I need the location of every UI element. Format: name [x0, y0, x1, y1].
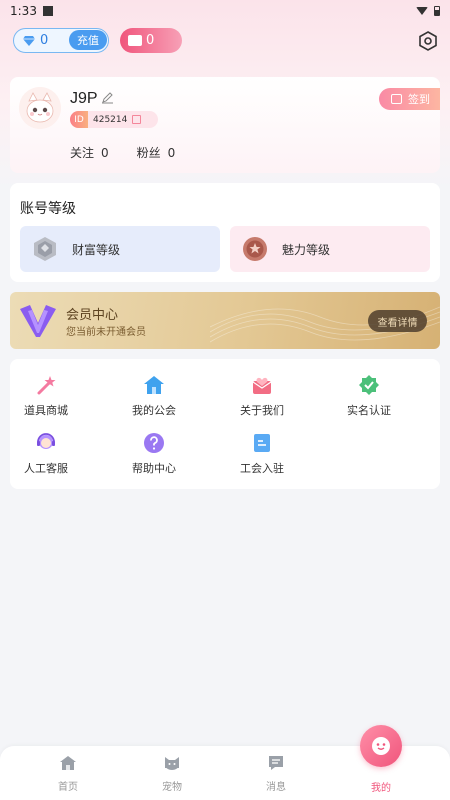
- menu-label: 帮助中心: [132, 462, 176, 475]
- charm-level-icon: [243, 237, 267, 261]
- battery-icon: [434, 6, 440, 16]
- user-id-badge: ID 425214: [70, 111, 158, 128]
- document-icon: [254, 434, 270, 452]
- headset-agent-icon: [37, 433, 55, 449]
- nav-messages[interactable]: 消息: [246, 754, 306, 793]
- settings-hexagon-icon[interactable]: [417, 30, 439, 52]
- menu-item-help-center[interactable]: 帮助中心: [109, 432, 199, 482]
- following-label: 关注: [70, 146, 95, 160]
- home-icon: [60, 756, 76, 770]
- wallet-count: 0: [146, 33, 155, 48]
- menu-item-props-mall[interactable]: 道具商城: [1, 374, 91, 424]
- menu-label: 人工客服: [24, 462, 68, 475]
- follow-stats: 关注 0 粉丝 0: [70, 144, 175, 161]
- mail-heart-icon: [252, 377, 272, 394]
- menu-label: 我的公会: [132, 404, 176, 417]
- edit-pencil-icon[interactable]: [101, 91, 114, 104]
- wealth-level-icon: [34, 237, 56, 261]
- nav-mine-fab[interactable]: [360, 725, 402, 767]
- following-count: 0: [101, 146, 109, 160]
- vip-details-button[interactable]: 查看详情: [368, 310, 427, 332]
- vip-v-icon: [20, 305, 56, 337]
- mine-face-icon: [372, 737, 390, 755]
- nav-label: 首页: [58, 782, 78, 793]
- menu-label: 实名认证: [347, 404, 391, 417]
- vip-subtitle: 您当前未开通会员: [66, 327, 146, 338]
- nav-label: 我的: [371, 783, 391, 794]
- magic-wand-icon: [37, 376, 56, 395]
- wealth-level-button[interactable]: 财富等级: [20, 226, 220, 272]
- account-level-card: 账号等级 财富等级 魅力等级: [10, 183, 440, 282]
- feature-menu: 道具商城 我的公会 关于我们 实名认证 人工客服 帮助中心 工会入驻: [10, 359, 440, 489]
- menu-item-about-us[interactable]: 关于我们: [217, 374, 307, 424]
- menu-item-my-guild[interactable]: 我的公会: [109, 374, 199, 424]
- wallet-icon: [128, 35, 142, 46]
- status-time: 1:33: [10, 4, 37, 18]
- diamond-icon: [23, 35, 35, 46]
- avatar[interactable]: [19, 87, 61, 129]
- fans-stat[interactable]: 粉丝 0: [137, 144, 176, 161]
- user-id-value: 425214: [93, 114, 128, 125]
- checkin-label: 签到: [408, 93, 430, 106]
- menu-item-real-name-auth[interactable]: 实名认证: [324, 374, 414, 424]
- menu-label: 道具商城: [24, 404, 68, 417]
- charm-level-button[interactable]: 魅力等级: [230, 226, 430, 272]
- house-icon: [144, 376, 164, 394]
- charm-level-label: 魅力等级: [282, 242, 331, 257]
- message-icon: [269, 756, 283, 770]
- nav-home[interactable]: 首页: [38, 754, 98, 793]
- fans-label: 粉丝: [136, 146, 161, 160]
- copy-icon[interactable]: [132, 115, 142, 124]
- id-tag: ID: [70, 111, 88, 128]
- vip-title: 会员中心: [66, 308, 119, 323]
- profile-card: J9P ID 425214 签到 关注 0 粉丝 0: [10, 77, 440, 173]
- wifi-icon: [416, 7, 428, 15]
- notification-icon: [42, 6, 53, 16]
- nav-label: 消息: [266, 782, 286, 793]
- help-question-icon: [144, 433, 164, 453]
- nav-pet[interactable]: 宠物: [142, 754, 202, 793]
- verified-badge-icon: [359, 375, 379, 395]
- pet-cat-icon: [165, 757, 179, 770]
- diamond-balance[interactable]: 0 充值: [13, 28, 109, 53]
- menu-item-guild-join[interactable]: 工会入驻: [217, 432, 307, 482]
- wealth-level-label: 财富等级: [72, 242, 121, 257]
- menu-label: 工会入驻: [240, 462, 284, 475]
- vip-center-card[interactable]: 会员中心 您当前未开通会员 查看详情: [10, 292, 440, 349]
- calendar-icon: [391, 94, 402, 104]
- cat-avatar-icon: [19, 87, 61, 129]
- nav-label: 宠物: [162, 782, 182, 793]
- fans-count: 0: [167, 146, 176, 160]
- wallet-balance[interactable]: 0: [120, 28, 182, 53]
- username: J9P: [70, 90, 98, 107]
- menu-label: 关于我们: [240, 404, 284, 417]
- diamond-count: 0: [40, 33, 49, 48]
- following-stat[interactable]: 关注 0: [70, 144, 109, 161]
- account-level-title: 账号等级: [20, 201, 76, 217]
- menu-item-customer-service[interactable]: 人工客服: [1, 432, 91, 482]
- checkin-button[interactable]: 签到: [379, 88, 440, 110]
- status-bar: 1:33: [0, 0, 450, 22]
- nav-mine[interactable]: 我的: [351, 779, 411, 794]
- recharge-button[interactable]: 充值: [69, 30, 107, 50]
